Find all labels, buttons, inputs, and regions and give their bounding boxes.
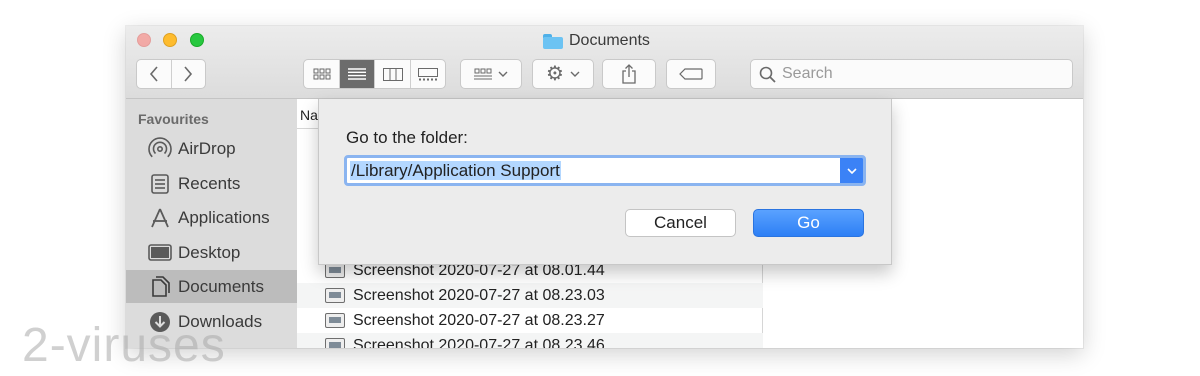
tag-icon <box>679 68 703 80</box>
screenshot-file-icon <box>325 338 345 348</box>
tag-button[interactable] <box>666 59 716 89</box>
group-by-icon <box>474 68 492 80</box>
file-name: Screenshot 2020-07-27 at 08.23.27 <box>353 311 605 329</box>
list-view-icon <box>348 68 367 80</box>
chevron-down-icon <box>846 167 857 174</box>
applications-icon <box>148 206 172 230</box>
gear-icon: ⚙ <box>546 63 564 85</box>
action-menu-button[interactable]: ⚙ <box>532 59 594 89</box>
sidebar-item-recents[interactable]: Recents <box>126 167 297 200</box>
airdrop-icon <box>148 136 172 161</box>
list-view-button[interactable] <box>339 60 375 88</box>
chevron-down-icon <box>498 71 508 77</box>
gallery-view-icon <box>417 67 438 80</box>
view-mode-control <box>303 59 446 89</box>
back-button[interactable] <box>137 60 171 88</box>
sidebar-heading: Favourites <box>138 111 209 127</box>
forward-button[interactable] <box>170 60 205 88</box>
file-row[interactable]: Screenshot 2020-07-27 at 08.23.03 <box>297 283 763 308</box>
file-row[interactable]: Screenshot 2020-07-27 at 08.23.46 <box>297 333 763 348</box>
toolbar: Documents ⚙ Search <box>126 26 1083 99</box>
back-forward-control <box>136 59 206 89</box>
group-by-button[interactable] <box>460 59 522 89</box>
sidebar-item-label: Applications <box>178 207 270 227</box>
share-icon <box>622 64 636 84</box>
share-button[interactable] <box>602 59 656 89</box>
window-title-text: Documents <box>569 32 650 49</box>
cancel-button[interactable]: Cancel <box>625 209 736 237</box>
sidebar-item-label: Documents <box>178 276 264 296</box>
watermark: 2-viruses <box>22 319 226 372</box>
chevron-right-icon <box>184 66 193 82</box>
screenshot-file-icon <box>325 288 345 303</box>
column-view-icon <box>382 67 403 81</box>
folder-icon <box>543 33 563 49</box>
folder-path-value: /Library/Application Support <box>350 161 561 180</box>
go-button[interactable]: Go <box>753 209 864 237</box>
file-row[interactable]: Screenshot 2020-07-27 at 08.23.27 <box>297 308 763 333</box>
column-view-button[interactable] <box>374 60 409 88</box>
go-to-folder-dialog: Go to the folder: /Library/Application S… <box>318 99 892 265</box>
desktop-icon <box>148 241 172 265</box>
icon-view-icon <box>313 68 331 80</box>
sidebar-item-label: Desktop <box>178 242 241 262</box>
sidebar-item-documents[interactable]: Documents <box>126 270 297 303</box>
file-name: Screenshot 2020-07-27 at 08.23.03 <box>353 286 605 304</box>
search-placeholder: Search <box>782 65 833 82</box>
sidebar-item-applications[interactable]: Applications <box>126 201 297 234</box>
search-field[interactable]: Search <box>750 59 1073 89</box>
documents-icon <box>148 275 172 299</box>
screenshot-file-icon <box>325 263 345 278</box>
sidebar: Favourites AirDrop Recents Applications … <box>126 99 297 348</box>
recents-icon <box>148 172 172 196</box>
sidebar-item-label: AirDrop <box>178 138 236 158</box>
minimize-window-button[interactable] <box>163 33 177 47</box>
screenshot-file-icon <box>325 313 345 328</box>
close-window-button[interactable] <box>137 33 151 47</box>
path-history-dropdown[interactable] <box>840 158 863 183</box>
sidebar-item-airdrop[interactable]: AirDrop <box>126 132 297 165</box>
sidebar-item-label: Recents <box>178 173 241 193</box>
icon-view-button[interactable] <box>304 60 339 88</box>
maximize-window-button[interactable] <box>190 33 204 47</box>
file-name: Screenshot 2020-07-27 at 08.23.46 <box>353 336 605 349</box>
search-icon <box>759 66 776 83</box>
chevron-left-icon <box>149 66 158 82</box>
sidebar-item-desktop[interactable]: Desktop <box>126 236 297 269</box>
gallery-view-button[interactable] <box>409 60 445 88</box>
folder-path-input[interactable]: /Library/Application Support <box>344 155 866 186</box>
dialog-label: Go to the folder: <box>346 128 468 147</box>
chevron-down-icon <box>570 71 580 77</box>
window-title: Documents <box>543 31 650 51</box>
